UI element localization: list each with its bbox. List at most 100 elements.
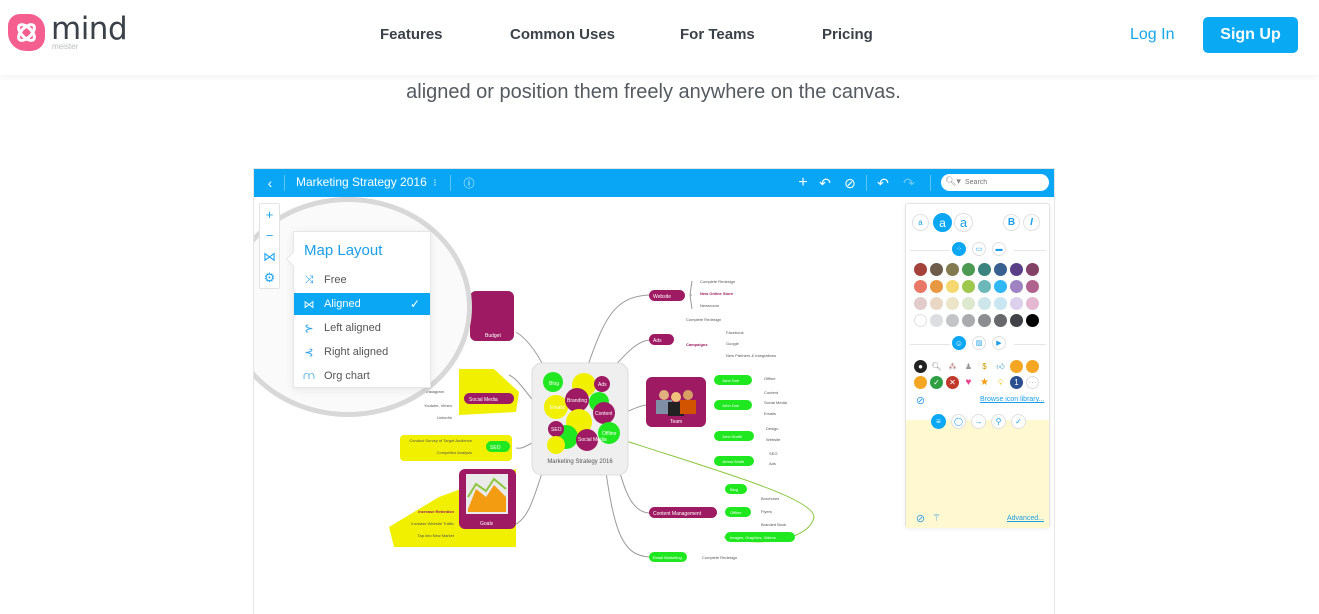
browse-icon-library-link[interactable]: Browse icon library... [980, 396, 1044, 403]
color-swatch[interactable] [994, 263, 1007, 276]
notes-tab-icon[interactable]: ≡ [931, 414, 946, 429]
nav-features[interactable]: Features [380, 26, 443, 43]
link-tab-icon[interactable]: → [971, 414, 986, 429]
back-icon[interactable]: ‹ [262, 169, 278, 197]
magic-wand-icon[interactable]: ⚚ [930, 512, 943, 525]
info-icon[interactable]: ⓘ [462, 169, 476, 197]
lightbulb-icon[interactable]: 💡︎ [994, 376, 1007, 389]
color-swatch[interactable] [946, 314, 959, 327]
color-swatch[interactable] [946, 297, 959, 310]
layout-option-left-aligned[interactable]: ⊱ Left aligned [294, 317, 430, 339]
color-swatch[interactable] [1026, 263, 1039, 276]
task-tab-icon[interactable]: ✓ [1011, 414, 1026, 429]
svg-text:Offline: Offline [730, 510, 742, 515]
thumbs-up-icon[interactable]: 👍︎ [994, 360, 1007, 373]
redo-icon[interactable]: ↷ [902, 169, 916, 197]
node-color-tab[interactable]: ⁘ [952, 242, 966, 256]
notes-area[interactable] [906, 420, 1049, 528]
color-swatch[interactable] [930, 297, 943, 310]
color-swatch[interactable] [930, 280, 943, 293]
font-size-small[interactable]: a [912, 214, 929, 231]
color-swatch[interactable] [994, 297, 1007, 310]
color-swatch[interactable] [1026, 314, 1039, 327]
person-icon[interactable]: ♟ [962, 360, 975, 373]
signup-button[interactable]: Sign Up [1203, 17, 1298, 53]
layout-option-free[interactable]: ⤨ Free [294, 269, 430, 291]
color-swatch[interactable] [962, 263, 975, 276]
happy-face-icon[interactable] [1026, 360, 1039, 373]
money-bag-icon[interactable]: $ [978, 360, 991, 373]
bold-button[interactable]: B [1003, 214, 1020, 231]
color-swatch[interactable] [930, 314, 943, 327]
color-swatch[interactable] [978, 314, 991, 327]
zoom-in-icon[interactable]: + [260, 204, 279, 225]
star-icon[interactable]: ★ [978, 376, 991, 389]
sad-face-icon[interactable] [914, 376, 927, 389]
font-size-large[interactable]: a [954, 213, 973, 232]
map-title[interactable]: Marketing Strategy 2016 [296, 175, 427, 189]
settings-gear-icon[interactable]: ⚙ [260, 267, 279, 288]
color-swatch[interactable] [1026, 280, 1039, 293]
color-swatch[interactable] [1010, 314, 1023, 327]
nav-common-uses[interactable]: Common Uses [510, 26, 615, 43]
zoom-out-icon[interactable]: − [260, 225, 279, 246]
color-swatch[interactable] [1010, 280, 1023, 293]
smiley-icon[interactable] [1010, 360, 1023, 373]
color-swatch[interactable] [962, 297, 975, 310]
color-swatch[interactable] [994, 280, 1007, 293]
comments-tab-icon[interactable]: ◯ [951, 414, 966, 429]
layout-icon[interactable]: ⋈ [260, 246, 279, 267]
node-shape-tab[interactable]: ▬ [992, 242, 1006, 256]
color-swatch[interactable] [914, 297, 927, 310]
color-swatch[interactable] [1010, 263, 1023, 276]
group-icon[interactable]: ⁂ [946, 360, 959, 373]
color-swatch[interactable] [994, 314, 1007, 327]
magnifier-icon[interactable]: 🔍︎ [930, 360, 943, 373]
video-tab-icon[interactable]: ▶ [992, 336, 1006, 350]
color-swatch[interactable] [978, 280, 991, 293]
undo-icon[interactable]: ↶ [876, 169, 890, 197]
image-tab-icon[interactable]: ▨ [972, 336, 986, 350]
svg-text:Emails: Emails [550, 405, 566, 411]
clear-icon[interactable]: ⊘ [914, 394, 927, 407]
x-circle-icon[interactable]: ✕ [946, 376, 959, 389]
color-swatch[interactable] [914, 263, 927, 276]
delete-icon[interactable]: ⊘ [843, 169, 857, 197]
color-swatch[interactable] [914, 314, 927, 327]
advanced-link[interactable]: Advanced... [1007, 515, 1044, 522]
layout-option-right-aligned[interactable]: ⊰ Right aligned [294, 341, 430, 363]
emoji-tab-icon[interactable]: ☺ [952, 336, 966, 350]
color-swatch[interactable] [978, 263, 991, 276]
number-one-icon[interactable]: 1 [1010, 376, 1023, 389]
font-size-medium[interactable]: a [933, 213, 952, 232]
color-swatch[interactable] [1026, 297, 1039, 310]
map-canvas[interactable]: Budget Social Media Instagram Youtube, V… [254, 197, 1054, 614]
clear-style-icon[interactable]: ⊘ [914, 512, 927, 525]
color-swatch[interactable] [1010, 297, 1023, 310]
layout-option-aligned[interactable]: ⋈ Aligned ✓ [294, 293, 430, 315]
layout-option-org-chart[interactable]: ⩋ Org chart [294, 365, 430, 387]
color-swatch[interactable] [962, 314, 975, 327]
attachment-tab-icon[interactable]: ⚲ [991, 414, 1006, 429]
login-link[interactable]: Log In [1130, 26, 1174, 44]
node-image-tab[interactable]: ▭ [972, 242, 986, 256]
nav-for-teams[interactable]: For Teams [680, 26, 755, 43]
italic-button[interactable]: I [1023, 214, 1040, 231]
svg-text:Complete Redesign: Complete Redesign [686, 317, 721, 322]
title-menu-icon[interactable]: ⁝ [430, 169, 440, 197]
add-node-icon[interactable]: + [796, 169, 810, 197]
bomb-icon[interactable]: ● [914, 360, 927, 373]
heart-icon[interactable]: ♥ [962, 376, 975, 389]
color-swatch[interactable] [930, 263, 943, 276]
color-swatch[interactable] [962, 280, 975, 293]
svg-text:Email Marketing: Email Marketing [653, 555, 682, 560]
check-circle-icon[interactable]: ✓ [930, 376, 943, 389]
more-icon[interactable]: ··· [1026, 376, 1039, 389]
color-swatch[interactable] [946, 280, 959, 293]
color-swatch[interactable] [914, 280, 927, 293]
nav-pricing[interactable]: Pricing [822, 26, 873, 43]
color-swatch[interactable] [946, 263, 959, 276]
org-chart-icon: ⩋ [303, 369, 315, 382]
color-swatch[interactable] [978, 297, 991, 310]
connect-icon[interactable]: ↶ [818, 169, 832, 197]
